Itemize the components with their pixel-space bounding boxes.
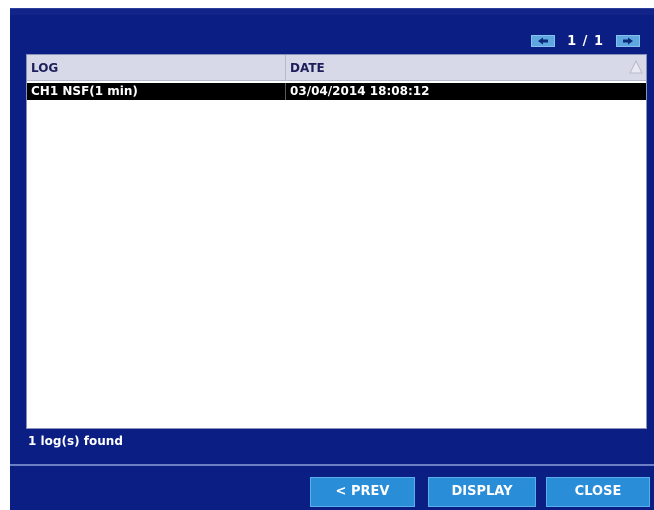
divider bbox=[10, 464, 654, 466]
close-button[interactable]: CLOSE bbox=[546, 477, 650, 507]
log-cell: CH1 NSF(1 min) bbox=[27, 83, 286, 100]
date-cell: 03/04/2014 18:08:12 bbox=[290, 84, 430, 98]
top-strip bbox=[10, 9, 654, 15]
prev-button[interactable]: < PREV bbox=[310, 477, 415, 507]
column-header-date[interactable]: DATE bbox=[286, 55, 625, 81]
previous-page-button[interactable] bbox=[531, 35, 556, 47]
list-header: LOG DATE bbox=[27, 55, 646, 81]
arrow-right-icon bbox=[623, 37, 633, 45]
display-button[interactable]: DISPLAY bbox=[428, 477, 536, 507]
table-row[interactable]: CH1 NSF(1 min) 03/04/2014 18:08:12 bbox=[27, 83, 646, 100]
status-text: 1 log(s) found bbox=[28, 434, 123, 448]
column-header-log[interactable]: LOG bbox=[27, 55, 286, 81]
pager: 1 / 1 bbox=[531, 33, 640, 49]
log-list: LOG DATE CH1 NSF(1 min) 03/04/2014 18:08… bbox=[26, 54, 647, 429]
sort-arrow-icon[interactable] bbox=[629, 59, 643, 75]
arrow-left-icon bbox=[538, 37, 549, 45]
page-indicator: 1 / 1 bbox=[567, 33, 604, 49]
log-search-window: 1 / 1 LOG DATE CH1 NSF(1 min) 03/04/2014… bbox=[10, 8, 654, 510]
next-page-button[interactable] bbox=[616, 35, 640, 47]
